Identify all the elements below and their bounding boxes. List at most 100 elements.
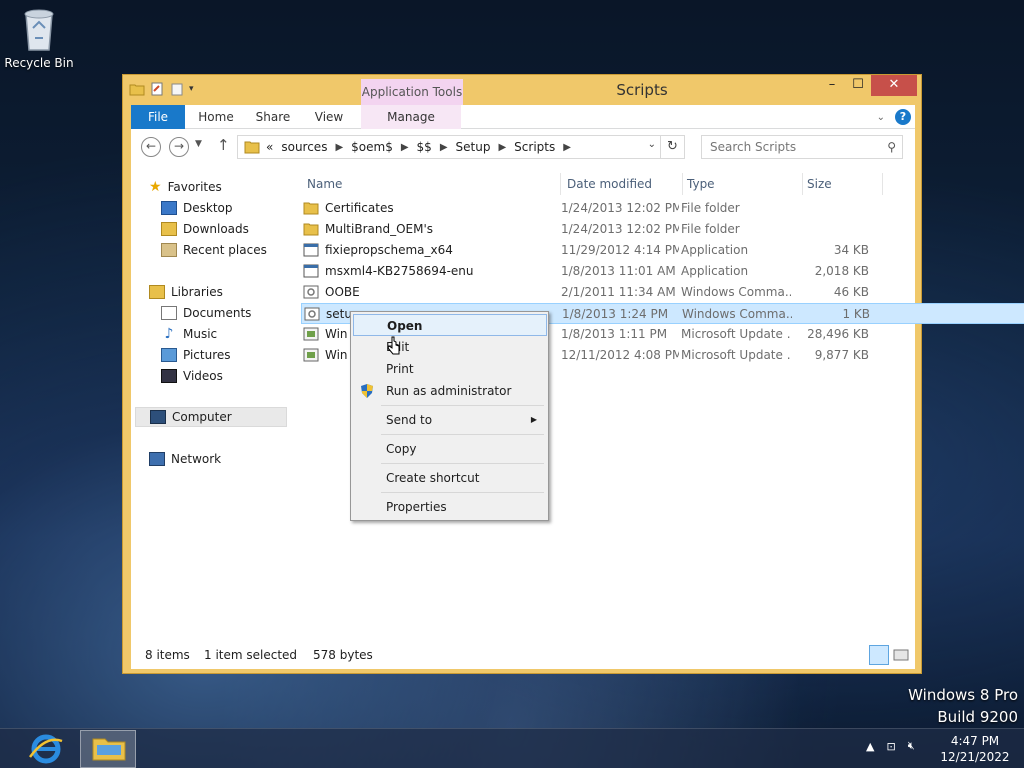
file-type: Application: [681, 264, 749, 278]
nav-computer[interactable]: Computer: [135, 407, 287, 427]
column-header-size[interactable]: Size: [805, 173, 883, 195]
script-icon: [304, 307, 320, 321]
file-name: fixiepropschema_x64: [325, 243, 453, 257]
menu-separator: [381, 405, 544, 406]
search-icon[interactable]: ⚲: [887, 136, 896, 158]
nav-item-music[interactable]: ♪ Music: [161, 324, 218, 344]
back-button[interactable]: ←: [141, 137, 161, 157]
help-icon[interactable]: ?: [895, 109, 911, 125]
breadcrumb-sources[interactable]: sources: [281, 140, 327, 154]
uac-shield-icon: [361, 384, 373, 398]
navigation-bar: ← → ▼ ↑ « sources ▶ $oem$ ▶ $$ ▶ Setup ▶ Scr…: [131, 129, 915, 165]
details-view-button[interactable]: [869, 645, 889, 665]
videos-icon: [161, 369, 177, 383]
menu-item-create-shortcut[interactable]: Create shortcut: [353, 467, 547, 489]
title-bar[interactable]: ▾ Application Tools Scripts – ☐ ✕: [123, 75, 921, 105]
nav-network[interactable]: Network: [149, 449, 221, 469]
recycle-bin[interactable]: Recycle Bin: [4, 6, 74, 70]
large-icons-icon: [893, 649, 909, 661]
column-header-name[interactable]: Name: [305, 173, 561, 195]
file-size: 2,018 KB: [814, 264, 869, 278]
taskbar: ▲ ⊡ 🔇︎ 4:47 PM 12/21/2022: [0, 728, 1024, 768]
nav-item-videos[interactable]: Videos: [161, 366, 223, 386]
column-date-label: Date modified: [567, 177, 653, 191]
volume-muted-icon[interactable]: 🔇︎: [908, 739, 915, 753]
nav-item-documents[interactable]: Documents: [161, 303, 251, 323]
nav-favorites[interactable]: ★ Favorites: [149, 177, 222, 197]
file-date: 1/8/2013 1:11 PM: [561, 327, 668, 341]
menu-separator: [381, 492, 544, 493]
table-row[interactable]: msxml4-KB2758694-enu 1/8/2013 11:01 AM App…: [301, 261, 1024, 282]
table-row[interactable]: MultiBrand_OEM's 1/24/2013 12:02 PM File f…: [301, 219, 1024, 240]
maximize-button[interactable]: ☐: [845, 75, 871, 96]
taskbar-clock[interactable]: 4:47 PM 12/21/2022: [940, 733, 1010, 765]
menu-item-properties[interactable]: Properties: [353, 496, 547, 518]
table-row[interactable]: OOBE 2/1/2011 11:34 AM Windows Comma... 46 …: [301, 282, 1024, 303]
downloads-icon: [161, 222, 177, 236]
folder-icon: [303, 222, 319, 236]
breadcrumb-dollars[interactable]: $$: [417, 140, 432, 154]
taskbar-internet-explorer[interactable]: [18, 731, 74, 767]
clock-time: 4:47 PM: [950, 734, 1000, 748]
breadcrumb-chevron-icon[interactable]: ▶: [498, 142, 506, 153]
minimize-button[interactable]: –: [819, 75, 845, 96]
address-bar[interactable]: « sources ▶ $oem$ ▶ $$ ▶ Setup ▶ Scripts ▶ ⌄: [237, 135, 661, 159]
up-button[interactable]: ↑: [217, 136, 230, 154]
nav-item-label: Music: [183, 327, 218, 341]
nav-item-desktop[interactable]: Desktop: [161, 198, 233, 218]
tab-home[interactable]: Home: [191, 105, 241, 129]
nav-libraries[interactable]: Libraries: [149, 282, 223, 302]
breadcrumb-chevron-icon[interactable]: ▶: [401, 142, 409, 153]
tab-share[interactable]: Share: [249, 105, 297, 129]
nav-item-recent-places[interactable]: Recent places: [161, 240, 267, 260]
expand-ribbon-icon[interactable]: ⌄: [877, 112, 885, 123]
table-row[interactable]: Certificates 1/24/2013 12:02 PM File folde…: [301, 198, 1024, 219]
large-icons-view-button[interactable]: [891, 645, 911, 665]
taskbar-file-explorer[interactable]: [80, 730, 136, 768]
recent-locations-icon[interactable]: ▼: [195, 139, 202, 149]
breadcrumb-overflow[interactable]: «: [266, 140, 273, 154]
menu-item-run-as-admin[interactable]: Run as administrator: [353, 380, 547, 402]
nav-item-pictures[interactable]: Pictures: [161, 345, 231, 365]
show-hidden-icons-icon[interactable]: ▲: [866, 740, 874, 753]
file-size: 28,496 KB: [807, 327, 869, 341]
menu-item-print[interactable]: Print: [353, 358, 547, 380]
breadcrumb-chevron-icon[interactable]: ▶: [563, 142, 571, 153]
navigation-pane: ★ Favorites Desktop Downloads Recent pla…: [131, 165, 291, 641]
breadcrumb-scripts[interactable]: Scripts: [514, 140, 555, 154]
tab-view[interactable]: View: [307, 105, 351, 129]
search-input[interactable]: Search Scripts ⚲: [701, 135, 903, 159]
address-dropdown-icon[interactable]: ⌄: [648, 139, 656, 150]
computer-icon: [150, 410, 166, 424]
tab-file[interactable]: File: [131, 105, 185, 129]
breadcrumb-chevron-icon[interactable]: ▶: [440, 142, 448, 153]
nav-item-downloads[interactable]: Downloads: [161, 219, 249, 239]
file-name: Certificates: [325, 201, 394, 215]
menu-item-copy[interactable]: Copy: [353, 438, 547, 460]
menu-item-edit[interactable]: Edit: [353, 336, 547, 358]
column-header-date[interactable]: Date modified: [565, 173, 683, 195]
column-type-label: Type: [687, 177, 715, 191]
network-status-icon[interactable]: ⊡: [886, 740, 895, 753]
menu-separator: [381, 463, 544, 464]
ribbon-right-controls: ⌄ ?: [877, 109, 911, 125]
menu-item-send-to[interactable]: Send to ▶: [353, 409, 547, 431]
tab-manage[interactable]: Manage: [361, 105, 461, 129]
application-icon: [303, 264, 319, 278]
windows-brand-watermark: Windows 8 Pro Build 9200: [908, 684, 1018, 728]
breadcrumb-oem[interactable]: $oem$: [351, 140, 393, 154]
breadcrumb-chevron-icon[interactable]: ▶: [335, 142, 343, 153]
folder-icon: [303, 201, 319, 215]
file-type: Application: [681, 243, 749, 257]
close-button[interactable]: ✕: [871, 75, 917, 96]
refresh-button[interactable]: ↻: [661, 135, 685, 159]
breadcrumb-setup[interactable]: Setup: [456, 140, 491, 154]
network-icon: [149, 452, 165, 466]
table-row[interactable]: fixiepropschema_x64 11/29/2012 4:14 PM App…: [301, 240, 1024, 261]
brand-edition: Windows 8 Pro: [908, 686, 1018, 704]
column-header-type[interactable]: Type: [685, 173, 803, 195]
menu-item-open[interactable]: Open: [353, 314, 547, 336]
forward-button[interactable]: →: [169, 137, 189, 157]
pictures-icon: [161, 348, 177, 362]
status-selection: 1 item selected: [204, 648, 298, 662]
